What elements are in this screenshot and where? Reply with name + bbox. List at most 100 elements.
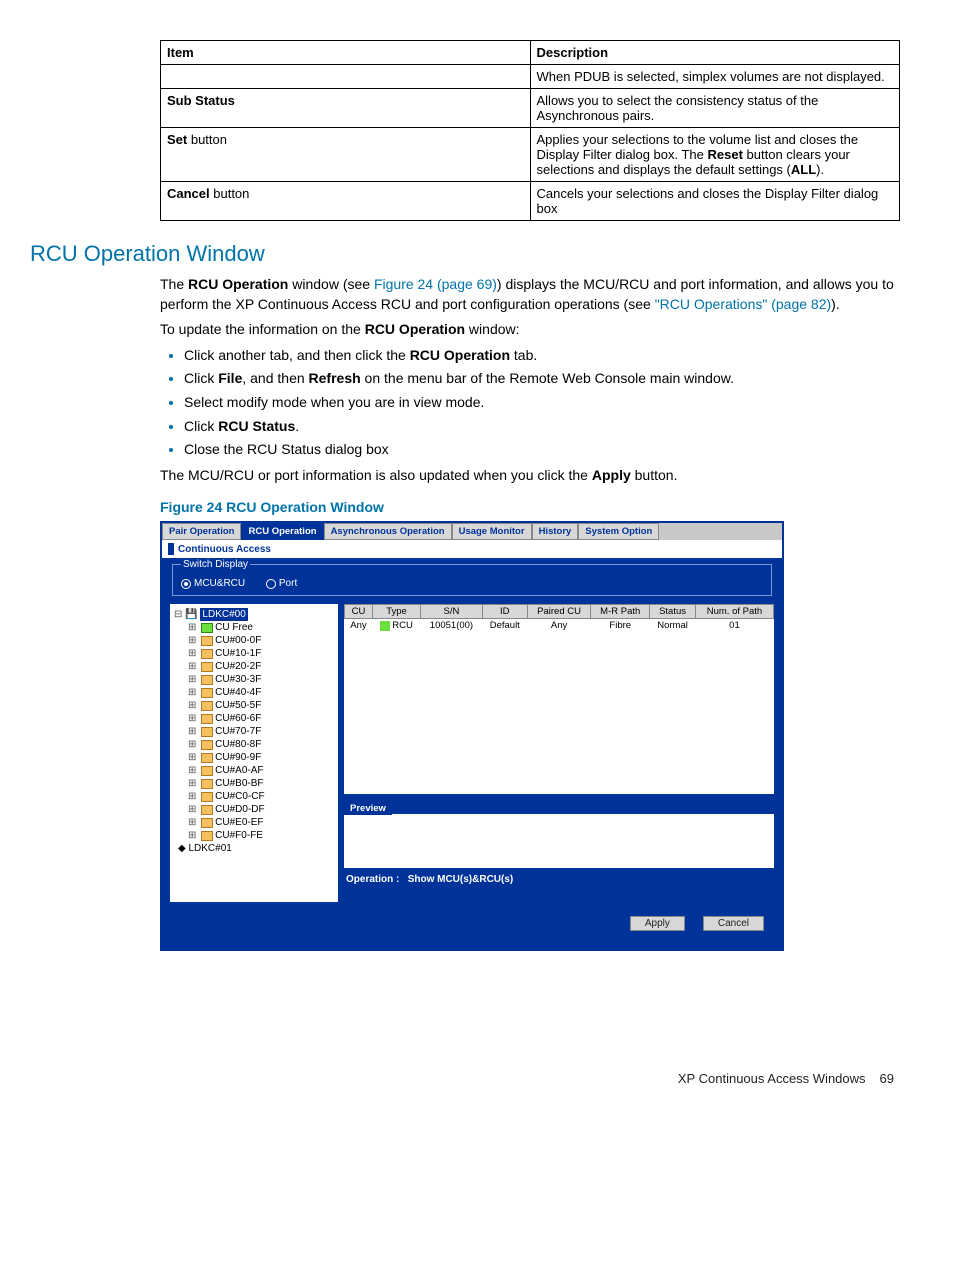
tree-item[interactable]: ⊞ CU#E0-EF (174, 816, 334, 829)
grid-header[interactable]: ID (482, 605, 527, 619)
apply-button[interactable]: Apply (630, 916, 685, 931)
tree-item[interactable]: ⊞ CU#D0-DF (174, 803, 334, 816)
operation-row: Operation : Show MCU(s)&RCU(s) (344, 872, 774, 887)
folder-icon (201, 779, 213, 789)
tree-item[interactable]: ⊞ CU#00-0F (174, 634, 334, 647)
switch-display-legend: Switch Display (181, 559, 250, 570)
folder-icon (201, 675, 213, 685)
row-set-item: Set button (161, 128, 531, 182)
radio-dot-unchecked-icon (266, 579, 276, 589)
switch-display-fieldset: Switch Display MCU&RCU Port (172, 564, 772, 596)
title-bar-icon (168, 543, 174, 555)
grid-cell[interactable]: Any (345, 619, 373, 633)
type-icon (380, 621, 390, 631)
app-tabs: Pair Operation RCU Operation Asynchronou… (162, 523, 782, 540)
row-substatus-desc: Allows you to select the consistency sta… (530, 89, 900, 128)
folder-icon (201, 688, 213, 698)
link-figure24[interactable]: Figure 24 (page 69) (374, 276, 497, 292)
tree-cu-free[interactable]: CU Free (215, 622, 253, 633)
folder-icon (201, 701, 213, 711)
grid-cell[interactable]: Default (482, 619, 527, 633)
grid-cell[interactable]: 01 (695, 619, 773, 633)
radio-mcu-rcu[interactable]: MCU&RCU (181, 578, 245, 589)
folder-icon (201, 727, 213, 737)
row-set-desc: Applies your selections to the volume li… (530, 128, 900, 182)
tab-usage-monitor[interactable]: Usage Monitor (452, 523, 532, 540)
tree-item[interactable]: ⊞ CU#20-2F (174, 660, 334, 673)
folder-icon (201, 714, 213, 724)
tree-item[interactable]: ⊞ CU#C0-CF (174, 790, 334, 803)
tree-item[interactable]: ⊞ CU#70-7F (174, 725, 334, 738)
tree-item[interactable]: ⊞ CU#40-4F (174, 686, 334, 699)
step-3: Select modify mode when you are in view … (184, 393, 894, 413)
folder-icon (201, 818, 213, 828)
folder-icon (201, 831, 213, 841)
row-cancel-item: Cancel button (161, 182, 531, 221)
tree-panel[interactable]: ⊟ 💾 LDKC#00 ⊞ CU Free ⊞ CU#00-0F⊞ CU#10-… (170, 604, 338, 902)
link-rcu-operations[interactable]: "RCU Operations" (page 82) (655, 296, 831, 312)
update-line: To update the information on the RCU Ope… (160, 320, 894, 340)
disk-icon: 💾 (185, 609, 197, 620)
grid-cell[interactable]: Normal (650, 619, 696, 633)
tree-root[interactable]: LDKC#00 (200, 608, 247, 621)
folder-icon (201, 662, 213, 672)
tree-item[interactable]: ⊞ CU#10-1F (174, 647, 334, 660)
folder-icon (201, 805, 213, 815)
intro-paragraph: The RCU Operation window (see Figure 24 … (160, 275, 894, 314)
tab-rcu-operation[interactable]: RCU Operation (241, 523, 323, 540)
steps-list: Click another tab, and then click the RC… (160, 346, 894, 460)
tree-item[interactable]: ⊞ CU#60-6F (174, 712, 334, 725)
grid-header[interactable]: Status (650, 605, 696, 619)
folder-icon (201, 766, 213, 776)
figure-caption: Figure 24 RCU Operation Window (160, 499, 894, 515)
grid-cell[interactable]: Any (527, 619, 590, 633)
grid-cell[interactable]: 10051(00) (421, 619, 483, 633)
folder-icon (201, 636, 213, 646)
step-4: Click RCU Status. (184, 417, 894, 437)
th-desc: Description (530, 41, 900, 65)
grid-cell[interactable]: RCU (372, 619, 420, 633)
tree-item[interactable]: ⊞ CU#B0-BF (174, 777, 334, 790)
app-title-bar: Continuous Access (162, 540, 782, 558)
grid-header[interactable]: Num. of Path (695, 605, 773, 619)
grid-header[interactable]: Type (372, 605, 420, 619)
tree-item[interactable]: ⊞ CU#A0-AF (174, 764, 334, 777)
grid-panel[interactable]: CUTypeS/NIDPaired CUM-R PathStatusNum. o… (344, 604, 774, 794)
folder-icon (201, 623, 213, 633)
folder-icon (201, 753, 213, 763)
tree-item[interactable]: ⊞ CU#F0-FE (174, 829, 334, 842)
radio-dot-checked-icon (181, 579, 191, 589)
th-item: Item (161, 41, 531, 65)
section-heading: RCU Operation Window (30, 241, 894, 267)
row-substatus-item: Sub Status (161, 89, 531, 128)
grid-cell[interactable]: Fibre (591, 619, 650, 633)
radio-port[interactable]: Port (266, 578, 297, 589)
app-title: Continuous Access (178, 544, 271, 555)
app-window: Pair Operation RCU Operation Asynchronou… (160, 521, 784, 951)
step-2: Click File, and then Refresh on the menu… (184, 369, 894, 389)
post-paragraph: The MCU/RCU or port information is also … (160, 466, 894, 486)
row-cancel-desc: Cancels your selections and closes the D… (530, 182, 900, 221)
preview-panel: Preview (344, 814, 774, 868)
tree-item[interactable]: ⊞ CU#90-9F (174, 751, 334, 764)
tab-history[interactable]: History (532, 523, 579, 540)
tree-sibling[interactable]: LDKC#01 (188, 843, 231, 854)
grid-header[interactable]: CU (345, 605, 373, 619)
folder-icon (201, 792, 213, 802)
tree-item[interactable]: ⊞ CU#30-3F (174, 673, 334, 686)
grid-header[interactable]: M-R Path (591, 605, 650, 619)
row-pdub-desc: When PDUB is selected, simplex volumes a… (530, 65, 900, 89)
preview-label: Preview (344, 802, 392, 815)
step-1: Click another tab, and then click the RC… (184, 346, 894, 366)
grid-header[interactable]: Paired CU (527, 605, 590, 619)
tab-asynchronous-operation[interactable]: Asynchronous Operation (324, 523, 452, 540)
tree-item[interactable]: ⊞ CU#80-8F (174, 738, 334, 751)
definition-table: Item Description When PDUB is selected, … (160, 40, 900, 221)
tab-system-option[interactable]: System Option (578, 523, 659, 540)
folder-icon (201, 649, 213, 659)
tree-item[interactable]: ⊞ CU#50-5F (174, 699, 334, 712)
grid-header[interactable]: S/N (421, 605, 483, 619)
tab-pair-operation[interactable]: Pair Operation (162, 523, 241, 540)
page-footer: XP Continuous Access Windows69 (30, 1071, 894, 1086)
cancel-button[interactable]: Cancel (703, 916, 764, 931)
